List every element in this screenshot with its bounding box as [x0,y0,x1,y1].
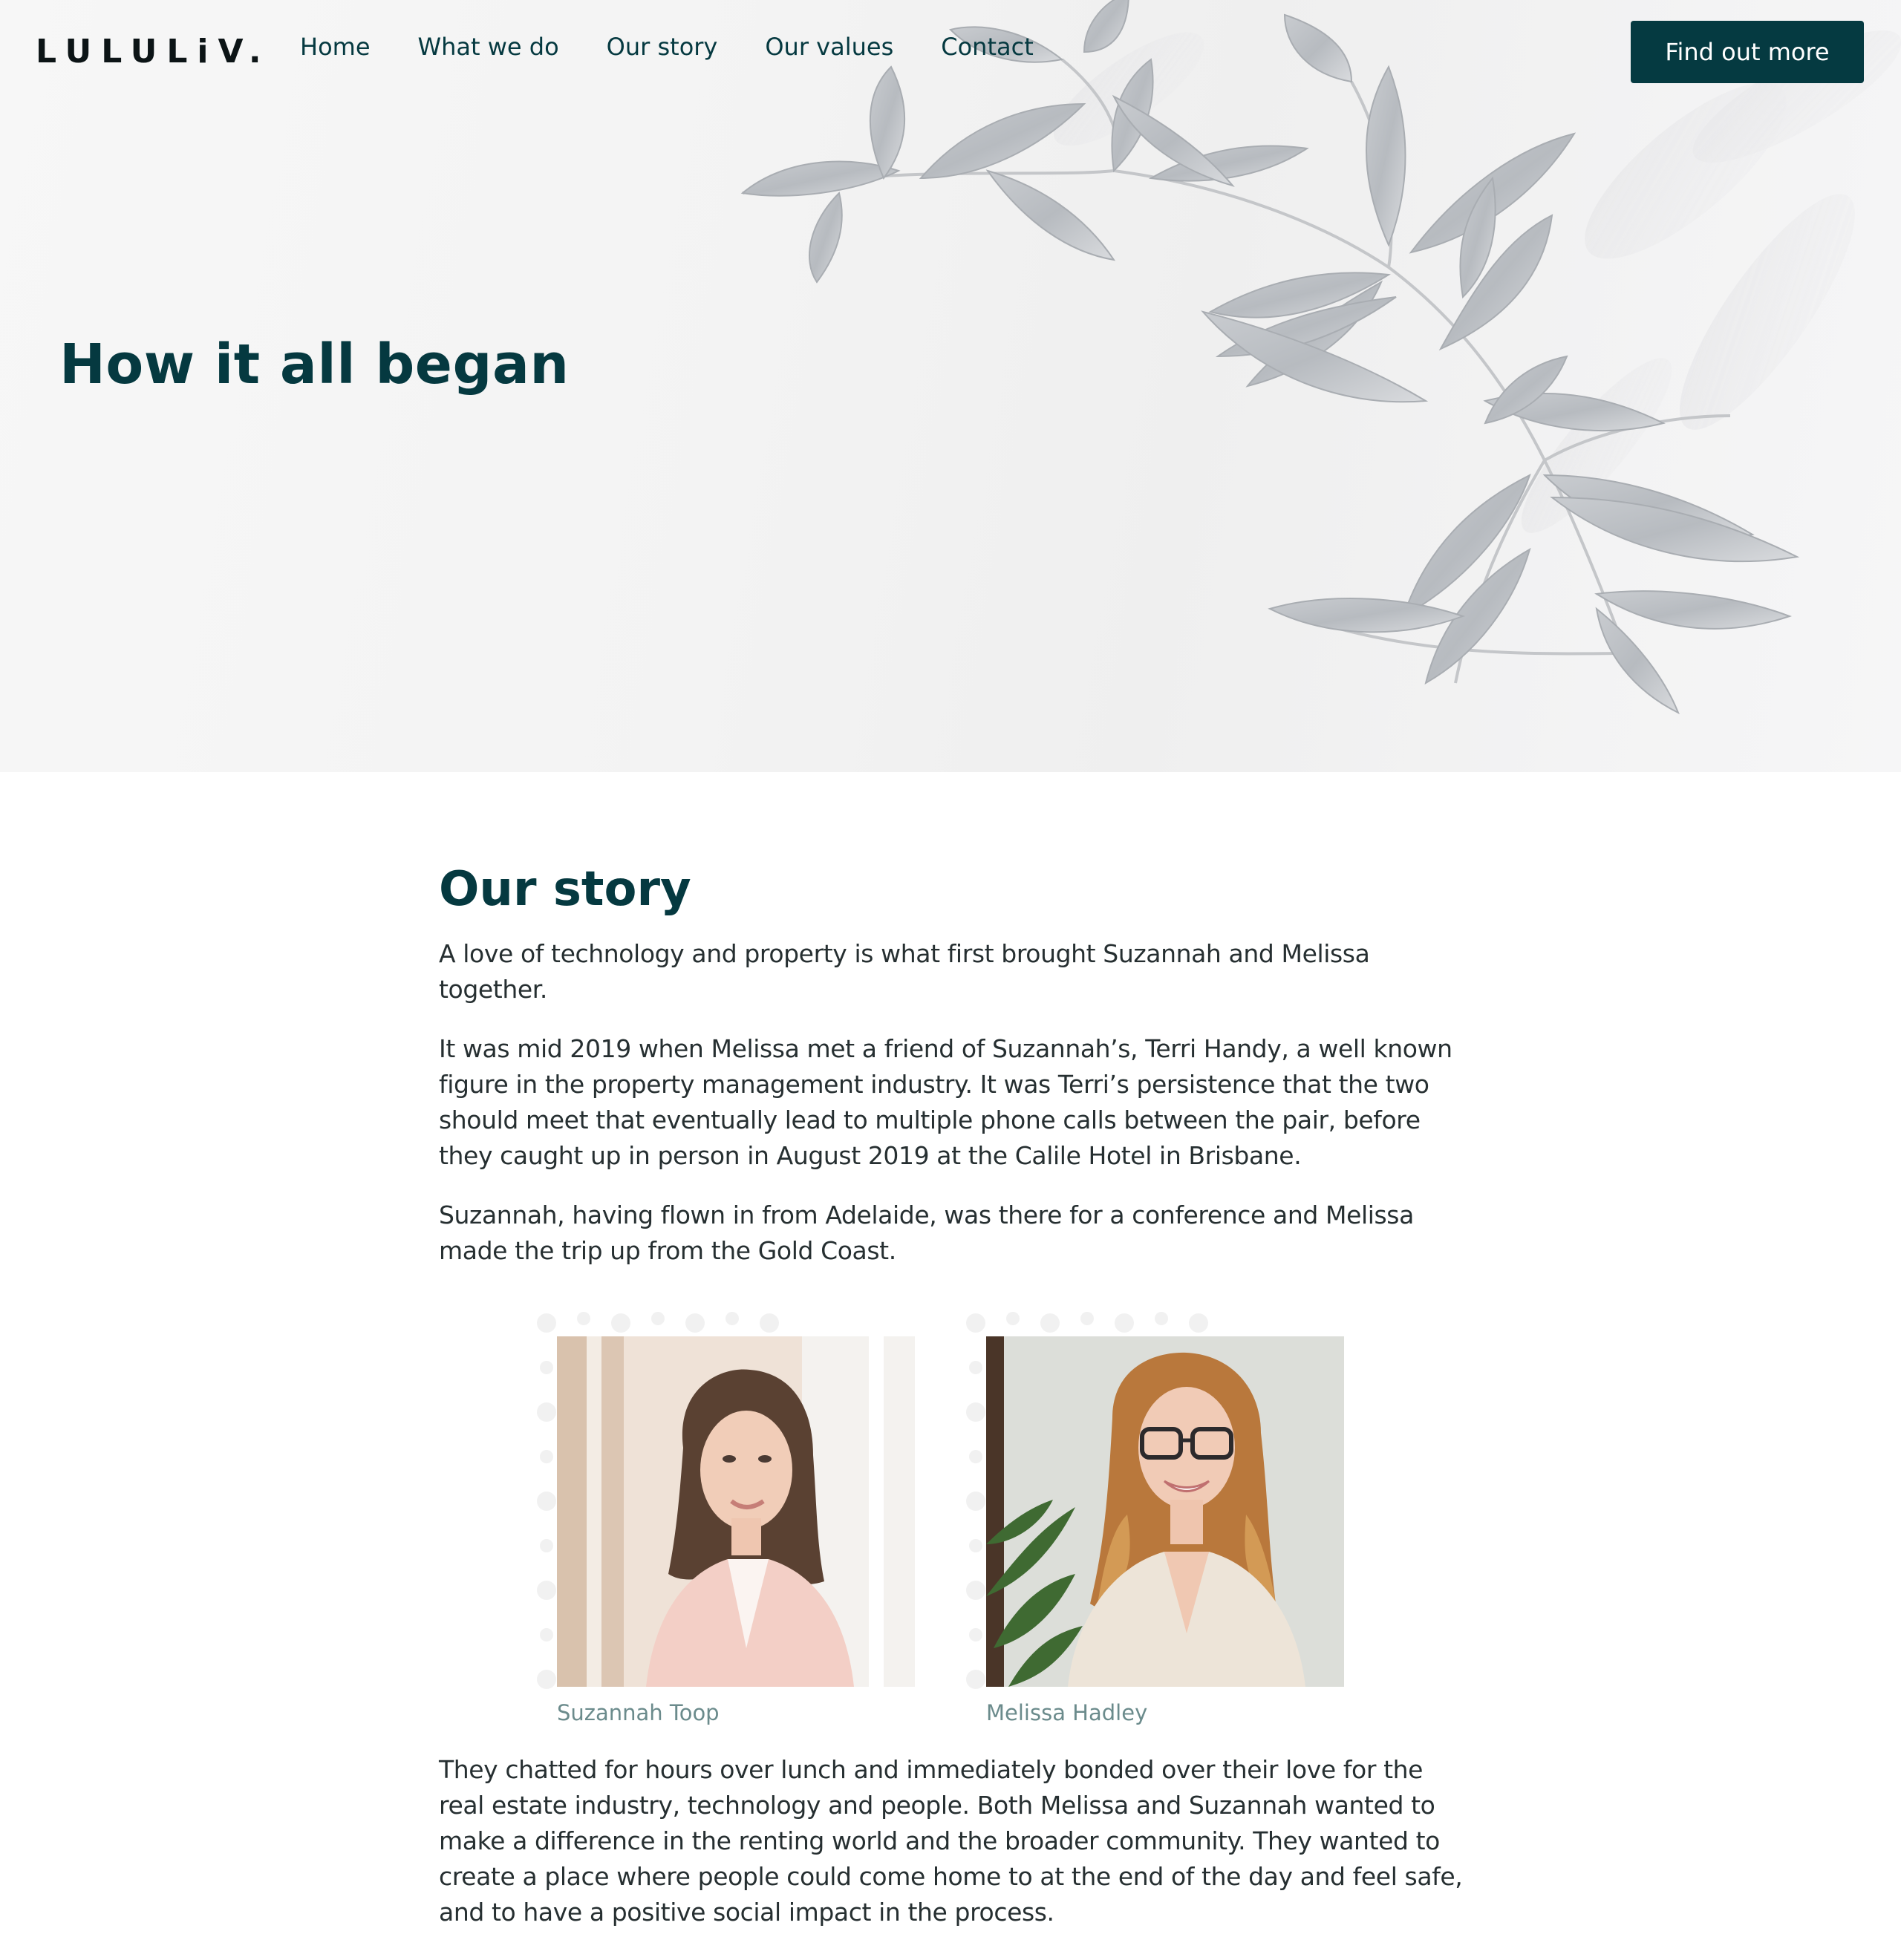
portrait-caption: Melissa Hadley [986,1700,1148,1725]
portrait-photo-melissa [986,1336,1344,1687]
story-closing-paragraph: They chatted for hours over lunch and im… [439,1755,1463,1927]
nav-home[interactable]: Home [300,33,371,61]
story-paragraph: It was mid 2019 when Melissa met a frien… [439,1033,1452,1170]
story-section: Our story A love of technology and prope… [439,861,1464,1293]
find-out-more-button[interactable]: Find out more [1631,21,1864,83]
portrait-card-melissa: Melissa Hadley [986,1336,1344,1725]
hero-title: How it all began [59,333,570,396]
portrait-caption: Suzannah Toop [557,1700,720,1725]
story-paragraph: Suzannah, having flown in from Adelaide,… [439,1200,1414,1265]
story-paragraph: A love of technology and property is wha… [439,938,1370,1004]
portrait-photo-suzannah [557,1336,915,1687]
section-title: Our story [439,862,691,917]
hero-banner: LULULiV. Home What we do Our story Our v… [0,0,1901,772]
portrait-card-suzannah: Suzannah Toop [557,1336,915,1725]
nav-contact[interactable]: Contact [941,33,1034,61]
nav-what-we-do[interactable]: What we do [418,33,559,61]
main-nav: Home What we do Our story Our values Con… [300,33,1034,61]
nav-our-values[interactable]: Our values [765,33,893,61]
brand-logo[interactable]: LULULiV. [36,33,271,71]
nav-our-story[interactable]: Our story [607,33,718,61]
